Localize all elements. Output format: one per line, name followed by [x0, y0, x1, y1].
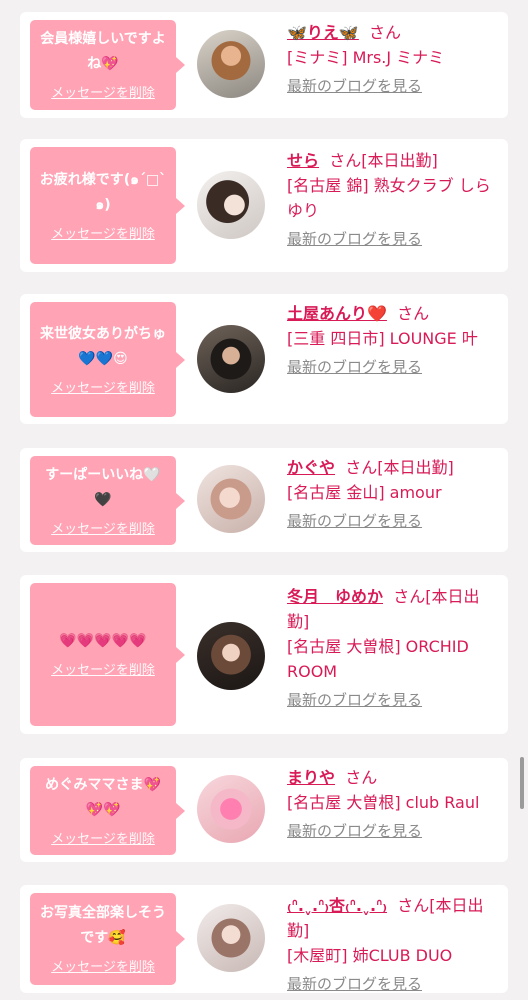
san-label: さん [345, 458, 378, 477]
message-bubble: めぐみママさま💖💖💖 メッセージを削除 [30, 766, 185, 855]
shop-name: [名古屋 錦] 熟女クラブ しらゆり [287, 176, 491, 220]
san-label: さん [369, 23, 402, 42]
san-label: さん [397, 304, 430, 323]
san-label: さん [345, 768, 378, 787]
delete-message-link[interactable]: メッセージを削除 [51, 521, 155, 539]
cast-name-link[interactable]: かぐや [287, 458, 335, 477]
cast-name-line: ₍ᐢ.ˬ.ᐢ₎杏₍ᐢ.ˬ.ᐢ₎ さん[本日出勤] [287, 893, 501, 943]
latest-blog-link[interactable]: 最新のブログを見る [287, 973, 422, 995]
shop-name: [木屋町] 姉CLUB DUO [287, 946, 453, 965]
message-card: お疲れ様です(๑´□`๑) メッセージを削除 せら さん[本日出勤] [名古屋 … [20, 139, 508, 272]
cast-name-line: まりや さん [287, 765, 501, 790]
shop-name: [三重 四日市] LOUNGE 叶 [287, 329, 478, 348]
san-label: さん [393, 587, 426, 606]
cast-name-line: 土屋あんり❤️ さん [287, 301, 501, 326]
cast-info: かぐや さん[本日出勤] [名古屋 金山] amour 最新のブログを見る [287, 455, 501, 532]
shop-name: [名古屋 大曽根] club Raul [287, 793, 480, 812]
cast-info: 🦋りえ🦋 さん [ミナミ] Mrs.J ミナミ 最新のブログを見る [287, 20, 501, 97]
avatar[interactable] [197, 622, 265, 690]
cast-info: ₍ᐢ.ˬ.ᐢ₎杏₍ᐢ.ˬ.ᐢ₎ さん[本日出勤] [木屋町] 姉CLUB DUO… [287, 893, 501, 995]
message-card: すーぱーいいね🤍🖤 メッセージを削除 かぐや さん[本日出勤] [名古屋 金山]… [20, 448, 508, 552]
delete-message-link[interactable]: メッセージを削除 [51, 959, 155, 977]
message-text: すーぱーいいね🤍🖤 [45, 466, 161, 508]
avatar[interactable] [197, 904, 265, 972]
message-text: 💗💗💗💗💗 [59, 633, 147, 649]
shop-name: [名古屋 金山] amour [287, 483, 442, 502]
message-card: お写真全部楽しそうです🥰 メッセージを削除 ₍ᐢ.ˬ.ᐢ₎杏₍ᐢ.ˬ.ᐢ₎ さん… [20, 885, 508, 993]
avatar[interactable] [197, 171, 265, 239]
latest-blog-link[interactable]: 最新のブログを見る [287, 75, 422, 97]
san-label: さん [397, 896, 430, 915]
avatar[interactable] [197, 30, 265, 98]
attendance-status: [本日出勤] [377, 458, 454, 477]
cast-info: 土屋あんり❤️ さん [三重 四日市] LOUNGE 叶 最新のブログを見る [287, 301, 501, 378]
message-bubble: 来世彼女ありがちゅ💙💙😍 メッセージを削除 [30, 302, 185, 417]
avatar[interactable] [197, 775, 265, 843]
cast-name-link[interactable]: 土屋あんり❤️ [287, 304, 387, 323]
cast-name-link[interactable]: 冬月 ゆめか [287, 587, 383, 606]
shop-name: [名古屋 大曽根] ORCHID ROOM [287, 637, 469, 681]
san-label: さん [329, 151, 362, 170]
cast-name-line: 🦋りえ🦋 さん [287, 20, 501, 45]
latest-blog-link[interactable]: 最新のブログを見る [287, 510, 422, 532]
delete-message-link[interactable]: メッセージを削除 [51, 85, 155, 103]
message-card: 💗💗💗💗💗 メッセージを削除 冬月 ゆめか さん[本日出勤] [名古屋 大曽根]… [20, 575, 508, 734]
cast-info: せら さん[本日出勤] [名古屋 錦] 熟女クラブ しらゆり 最新のブログを見る [287, 148, 501, 250]
message-bubble: お写真全部楽しそうです🥰 メッセージを削除 [30, 893, 185, 985]
latest-blog-link[interactable]: 最新のブログを見る [287, 820, 422, 842]
message-text: お疲れ様です(๑´□`๑) [39, 171, 167, 213]
delete-message-link[interactable]: メッセージを削除 [51, 662, 155, 680]
cast-name-line: せら さん[本日出勤] [287, 148, 501, 173]
message-bubble: 会員様嬉しいですよね💖 メッセージを削除 [30, 20, 185, 110]
latest-blog-link[interactable]: 最新のブログを見る [287, 228, 422, 250]
cast-name-link[interactable]: せら [287, 151, 319, 170]
cast-name-link[interactable]: ₍ᐢ.ˬ.ᐢ₎杏₍ᐢ.ˬ.ᐢ₎ [287, 896, 387, 915]
avatar[interactable] [197, 465, 265, 533]
cast-info: 冬月 ゆめか さん[本日出勤] [名古屋 大曽根] ORCHID ROOM 最新… [287, 584, 501, 711]
cast-name-link[interactable]: まりや [287, 768, 335, 787]
message-bubble: お疲れ様です(๑´□`๑) メッセージを削除 [30, 147, 185, 264]
attendance-status: [本日出勤] [361, 151, 438, 170]
delete-message-link[interactable]: メッセージを削除 [51, 831, 155, 849]
message-bubble: すーぱーいいね🤍🖤 メッセージを削除 [30, 456, 185, 545]
cast-info: まりや さん [名古屋 大曽根] club Raul 最新のブログを見る [287, 765, 501, 842]
message-text: めぐみママさま💖💖💖 [45, 776, 161, 818]
delete-message-link[interactable]: メッセージを削除 [51, 226, 155, 244]
message-text: 来世彼女ありがちゅ💙💙😍 [40, 325, 166, 367]
message-text: 会員様嬉しいですよね💖 [40, 31, 166, 72]
shop-name: [ミナミ] Mrs.J ミナミ [287, 48, 445, 67]
latest-blog-link[interactable]: 最新のブログを見る [287, 689, 422, 711]
message-text: お写真全部楽しそうです🥰 [40, 905, 166, 946]
latest-blog-link[interactable]: 最新のブログを見る [287, 356, 422, 378]
cast-name-link[interactable]: 🦋りえ🦋 [287, 23, 359, 42]
avatar[interactable] [197, 325, 265, 393]
cast-name-line: 冬月 ゆめか さん[本日出勤] [287, 584, 501, 634]
scrollbar-thumb[interactable] [520, 757, 524, 809]
message-card: めぐみママさま💖💖💖 メッセージを削除 まりや さん [名古屋 大曽根] clu… [20, 758, 508, 862]
message-card: 来世彼女ありがちゅ💙💙😍 メッセージを削除 土屋あんり❤️ さん [三重 四日市… [20, 294, 508, 424]
delete-message-link[interactable]: メッセージを削除 [51, 380, 155, 398]
cast-name-line: かぐや さん[本日出勤] [287, 455, 501, 480]
message-bubble: 💗💗💗💗💗 メッセージを削除 [30, 583, 185, 726]
message-card: 会員様嬉しいですよね💖 メッセージを削除 🦋りえ🦋 さん [ミナミ] Mrs.J… [20, 12, 508, 118]
